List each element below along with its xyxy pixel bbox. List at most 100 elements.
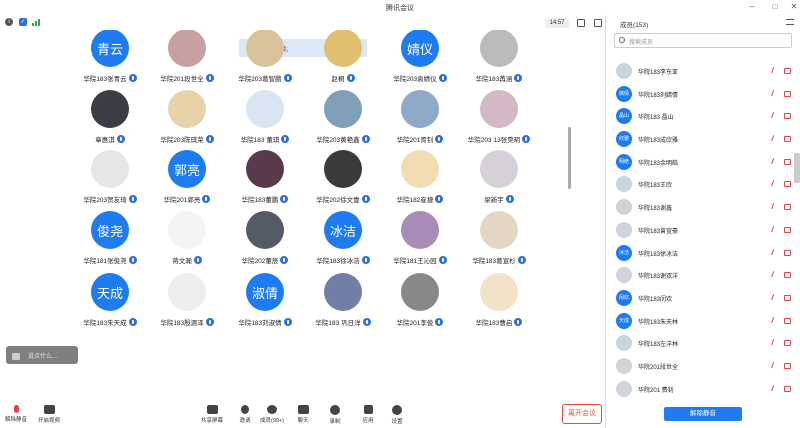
chat-button[interactable]: 聊天 [294, 402, 312, 428]
participant-tile[interactable]: 华院201胥钊 [375, 90, 465, 150]
participant-tile[interactable]: 华院201李俊 [375, 273, 465, 333]
member-search-input[interactable]: 搜索成员 [614, 33, 792, 48]
member-list-item[interactable]: 天成 华院183朱天林 [606, 310, 800, 333]
participant-tile[interactable]: 华院183苒涵 [454, 30, 544, 89]
participant-name-label: 华院203黄艳鑫 [316, 137, 360, 144]
member-list-item[interactable]: 华院183王欣 [606, 173, 800, 196]
participant-tile[interactable]: 婧仪 华院203袁婧仪 [375, 30, 465, 89]
mic-muted-icon[interactable] [771, 384, 779, 393]
share-screen-button[interactable]: 共享屏幕 [198, 402, 226, 428]
participant-tile[interactable]: 华院183董鹏 [220, 150, 310, 210]
camera-off-icon[interactable] [784, 385, 791, 392]
leave-meeting-button[interactable]: 离开会议 [562, 404, 602, 424]
fullscreen-icon[interactable] [577, 19, 585, 27]
participant-tile[interactable]: 华院202董辰 [220, 211, 310, 271]
mic-muted-icon[interactable] [771, 362, 779, 370]
participant-tile[interactable]: 淑倩 华院183刘淑倩 [220, 273, 310, 333]
menu-icon[interactable] [786, 19, 794, 25]
record-icon [330, 405, 340, 415]
camera-off-icon[interactable] [784, 136, 791, 143]
camera-off-icon[interactable] [784, 90, 791, 97]
member-list-item[interactable]: 华院183曾宣豪 [606, 219, 800, 242]
participant-tile[interactable]: 华院203葛智鹏 [220, 30, 310, 89]
camera-off-icon[interactable] [784, 204, 791, 211]
members-button[interactable]: 成员(99+) [258, 402, 286, 428]
avatar [324, 30, 362, 67]
mic-muted-icon[interactable] [771, 294, 779, 302]
signal-icon[interactable] [32, 19, 42, 26]
participant-tile[interactable]: 华院201段世全 [142, 30, 232, 89]
settings-button[interactable]: 设置 [388, 402, 406, 428]
participant-tile[interactable]: 华院182崔捷 [375, 150, 465, 210]
participant-tile[interactable]: 华院181王沁园 [375, 211, 465, 271]
video-button[interactable]: 开启视频 [36, 402, 62, 428]
camera-off-icon[interactable] [784, 68, 791, 74]
grid-scrollbar[interactable] [568, 127, 571, 189]
mic-muted-icon[interactable] [771, 316, 779, 325]
member-list-item[interactable]: 华院183李东亚 [606, 60, 800, 83]
member-list-item[interactable]: 华院183谢双洋 [606, 264, 800, 287]
unmute-all-button[interactable]: 解除静音 [664, 407, 742, 421]
chat-input[interactable]: 说点什么... [6, 346, 78, 364]
camera-off-icon[interactable] [784, 113, 791, 120]
mic-muted-icon[interactable] [771, 67, 779, 75]
member-list-item[interactable]: 婧倩 华院183刘婧倩 [606, 83, 800, 106]
camera-off-icon[interactable] [784, 340, 791, 347]
mic-muted-icon[interactable] [771, 157, 779, 166]
camera-off-icon[interactable] [784, 226, 791, 233]
member-list-item[interactable]: 华院201 费钊 [606, 378, 800, 401]
participant-tile[interactable]: 华院203 13张昊玥 [454, 90, 544, 150]
member-list-item[interactable]: 晶山 华院183 晶山 [606, 105, 800, 128]
layout-icon[interactable] [594, 19, 602, 27]
camera-off-icon[interactable] [784, 249, 791, 256]
participant-tile[interactable]: 华院183葛宣杉 [454, 211, 544, 271]
close-button[interactable]: ✕ [789, 2, 799, 12]
mic-icon [205, 74, 214, 82]
mic-muted-icon[interactable] [771, 339, 779, 348]
mic-muted-icon[interactable] [771, 203, 779, 211]
member-list-item[interactable]: 华院201段世全 [606, 355, 800, 378]
camera-off-icon[interactable] [784, 294, 791, 301]
member-list-item[interactable]: 华院183谢鑫 [606, 196, 800, 219]
mic-muted-icon[interactable] [771, 135, 779, 143]
participant-tile[interactable]: 华院183 董琪 [220, 90, 310, 150]
camera-off-icon[interactable] [784, 272, 791, 279]
member-list-item[interactable]: 明皓 华院183余明皓 [606, 151, 800, 174]
shield-icon[interactable]: ✓ [19, 18, 27, 26]
minimize-button[interactable]: – [747, 2, 757, 12]
participant-name-label: 蒋文瀚 [172, 258, 192, 265]
participant-tile[interactable]: 郭亮 华院201郭亮 [142, 150, 232, 210]
apps-button[interactable]: 应用 [359, 402, 377, 428]
camera-off-icon[interactable] [784, 158, 791, 165]
camera-off-icon[interactable] [784, 317, 791, 324]
mic-muted-icon[interactable] [771, 271, 779, 280]
member-list-item[interactable]: 冰洁 华院183徐冰洁 [606, 242, 800, 265]
info-icon[interactable]: i [5, 18, 13, 26]
camera-off-icon[interactable] [784, 362, 791, 369]
mic-icon [128, 318, 137, 326]
mic-icon [205, 318, 214, 326]
participant-name-label: 章惠淇 [95, 137, 115, 144]
participant-tile[interactable]: 华院203陈琪荣 [142, 90, 232, 150]
participant-tile[interactable]: 华院183殷源泽 [142, 273, 232, 333]
member-list-item[interactable]: 欣雅 华院183成欣雅 [606, 128, 800, 151]
mic-muted-icon[interactable] [771, 112, 779, 121]
camera-off-icon[interactable] [784, 181, 791, 188]
participant-tile[interactable]: 梁新宇 [454, 150, 544, 210]
participant-name-label: 华院203陈琪荣 [160, 137, 204, 144]
mic-muted-icon[interactable] [771, 248, 779, 257]
mic-icon [128, 256, 137, 264]
invite-button[interactable]: 邀请 [236, 402, 254, 428]
mic-muted-icon[interactable] [771, 225, 779, 234]
panel-scroll-handle[interactable] [794, 153, 800, 183]
mic-muted-icon[interactable] [771, 89, 779, 98]
avatar [616, 199, 632, 216]
mic-muted-icon[interactable] [771, 180, 779, 189]
maximize-button[interactable]: □ [770, 2, 780, 12]
member-list-item[interactable]: 闵欢 华院183闵欢 [606, 287, 800, 310]
participant-tile[interactable]: 蒋文瀚 [142, 211, 232, 271]
participant-tile[interactable]: 华院183曹启 [454, 273, 544, 333]
record-button[interactable]: 录制 [326, 402, 344, 428]
member-list-item[interactable]: 华院183左洋林 [606, 332, 800, 355]
mute-button[interactable]: 解除静音 [4, 402, 28, 428]
